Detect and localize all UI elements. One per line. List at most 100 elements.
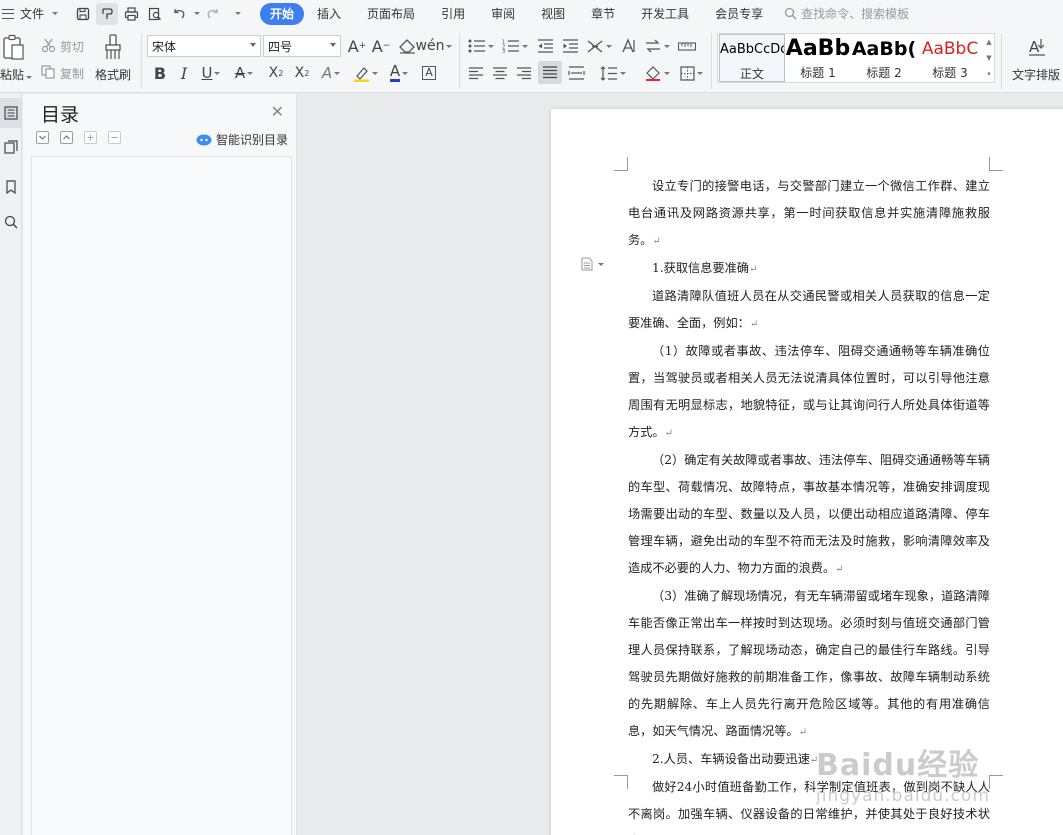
text-direction-icon[interactable] bbox=[618, 36, 638, 56]
add-heading-icon[interactable] bbox=[84, 131, 97, 144]
copy-button[interactable]: 复制 bbox=[60, 65, 84, 82]
tab-0[interactable]: 开始 bbox=[260, 2, 305, 25]
text-layout-button[interactable]: 文字排版 bbox=[1012, 66, 1060, 83]
expand-all-icon[interactable] bbox=[36, 131, 49, 144]
subscript-icon[interactable]: X2 bbox=[291, 63, 313, 83]
paste-button[interactable]: 粘贴 bbox=[0, 66, 33, 83]
paste-icon[interactable] bbox=[0, 33, 26, 63]
chevron-down-icon bbox=[52, 12, 59, 15]
tab-5[interactable]: 视图 bbox=[528, 3, 578, 25]
collapse-all-icon[interactable] bbox=[60, 131, 73, 144]
style-item-0[interactable]: AaBbCcDd 正文 bbox=[719, 34, 785, 82]
line-spacing-icon[interactable] bbox=[597, 63, 629, 83]
smart-toc-button[interactable]: 智能识别目录 bbox=[196, 131, 288, 148]
superscript-icon[interactable]: X2 bbox=[265, 63, 287, 83]
decrease-indent-icon[interactable] bbox=[535, 36, 555, 56]
style-preview: AaBbCcDd bbox=[720, 42, 784, 57]
strikethrough-icon[interactable]: A bbox=[231, 63, 257, 83]
paragraph-sort-icon[interactable] bbox=[643, 36, 671, 56]
style-name: 标题 1 bbox=[800, 66, 836, 80]
remove-heading-icon[interactable] bbox=[108, 131, 121, 144]
print-icon[interactable] bbox=[120, 3, 142, 25]
document-body[interactable]: 设立专门的接警电话，与交警部门建立一个微信工作群、建立电台通讯及网路资源共享，第… bbox=[628, 173, 990, 835]
shrink-font-icon[interactable]: A − bbox=[371, 36, 391, 56]
bullet-list-icon[interactable] bbox=[466, 36, 496, 56]
document-paragraph[interactable]: 道路清障队值班人员在从交通民警或相关人员获取的信息一定要准确、全面，例如：↵ bbox=[628, 283, 990, 338]
align-left-icon[interactable] bbox=[466, 63, 486, 83]
underline-icon[interactable]: U bbox=[198, 63, 224, 83]
redo-icon[interactable] bbox=[202, 3, 224, 25]
chevron-down-icon bbox=[598, 262, 604, 266]
style-name: 标题 3 bbox=[932, 66, 968, 80]
document-area: 设立专门的接警电话，与交警部门建立一个微信工作群、建立电台通讯及网路资源共享，第… bbox=[298, 94, 1063, 835]
justify-icon[interactable] bbox=[538, 61, 562, 84]
toc-list bbox=[31, 156, 292, 835]
font-size-select[interactable]: 四号 bbox=[263, 35, 341, 57]
align-right-icon[interactable] bbox=[514, 63, 534, 83]
font-name-select[interactable]: 宋体 bbox=[147, 35, 261, 57]
undo-dropdown-icon[interactable] bbox=[194, 12, 201, 15]
highlight-icon[interactable] bbox=[351, 63, 379, 83]
style-item-2[interactable]: AaBb(标题 2 bbox=[851, 34, 917, 82]
bookmark-icon[interactable] bbox=[0, 172, 22, 202]
style-item-1[interactable]: AaBb 标题 1 bbox=[785, 34, 851, 82]
paragraph-mark: ↵ bbox=[835, 564, 844, 575]
watermark-brand: Baidu经验 bbox=[816, 748, 980, 783]
tab-6[interactable]: 章节 bbox=[578, 3, 628, 25]
chinese-layout-icon[interactable] bbox=[585, 36, 613, 56]
chapter-nav-icon[interactable] bbox=[0, 132, 22, 162]
save-icon[interactable] bbox=[72, 3, 94, 25]
document-paragraph[interactable]: 1.获取信息要准确↵ bbox=[628, 255, 990, 283]
cut-button[interactable]: 剪切 bbox=[60, 38, 84, 55]
tab-2[interactable]: 页面布局 bbox=[354, 3, 428, 25]
print-preview-icon[interactable] bbox=[144, 3, 166, 25]
tab-3[interactable]: 引用 bbox=[428, 3, 478, 25]
numbered-list-icon[interactable]: 123 bbox=[500, 36, 530, 56]
align-center-icon[interactable] bbox=[490, 63, 510, 83]
command-search-label: 查找命令、搜索模板 bbox=[801, 7, 910, 21]
toc-panel-icon[interactable] bbox=[0, 98, 22, 128]
style-gallery-scroll[interactable]: ▲ ▼ ▾ bbox=[983, 34, 995, 82]
undo-icon[interactable] bbox=[168, 3, 190, 25]
increase-indent-icon[interactable] bbox=[560, 36, 580, 56]
customize-toolbar-icon[interactable] bbox=[226, 3, 248, 25]
tab-4[interactable]: 审阅 bbox=[478, 3, 528, 25]
borders-icon[interactable] bbox=[676, 63, 706, 83]
tab-1[interactable]: 插入 bbox=[304, 3, 354, 25]
scissors-icon bbox=[40, 37, 56, 53]
tab-8[interactable]: 会员专享 bbox=[702, 3, 776, 25]
format-painter-button[interactable]: 格式刷 bbox=[95, 66, 131, 83]
menu-bar: 文件 开始 插入 页面布局 引用 审阅 视图 章节 开发工具 会员专享 查找命令、搜索模板 bbox=[0, 0, 1063, 27]
distributed-align-icon[interactable] bbox=[566, 63, 586, 83]
clear-format-icon[interactable] bbox=[397, 36, 417, 56]
document-paragraph[interactable]: 设立专门的接警电话，与交警部门建立一个微信工作群、建立电台通讯及网路资源共享，第… bbox=[628, 173, 990, 255]
close-icon[interactable]: ✕ bbox=[271, 102, 284, 121]
document-paragraph[interactable]: （3）准确了解现场情况，有无车辆滞留或堵车现象，道路清障车能否像正常出车一样按时… bbox=[628, 583, 990, 746]
document-paragraph[interactable]: （2）确定有关故障或者事故、违法停车、阻碍交通通畅等车辆的车型、荷载情况、故障特… bbox=[628, 447, 990, 583]
text-layout-icon[interactable]: A bbox=[1026, 35, 1048, 59]
document-paragraph[interactable]: （1）故障或者事故、违法停车、阻碍交通通畅等车辆准确位置，当驾驶员或者相关人员无… bbox=[628, 338, 990, 447]
italic-icon[interactable]: I bbox=[175, 63, 193, 83]
chevron-down-icon bbox=[250, 43, 256, 47]
text-effect-icon[interactable]: A bbox=[318, 63, 344, 83]
font-color-icon[interactable]: A bbox=[385, 63, 413, 83]
paragraph-handle-icon[interactable] bbox=[581, 257, 604, 271]
style-item-3[interactable]: AaBbC 标题 3 bbox=[917, 34, 983, 82]
tab-7[interactable]: 开发工具 bbox=[628, 3, 702, 25]
ruler-icon[interactable] bbox=[676, 36, 698, 56]
search-icon[interactable] bbox=[0, 207, 22, 237]
phonetic-guide-icon[interactable]: wén bbox=[416, 36, 453, 56]
document-page[interactable]: 设立专门的接警电话，与交警部门建立一个微信工作群、建立电台通讯及网路资源共享，第… bbox=[551, 109, 1063, 835]
file-menu[interactable]: 文件 bbox=[0, 5, 59, 22]
shading-icon[interactable] bbox=[642, 63, 672, 83]
paragraph-text: 2.人员、车辆设备出动要迅速 bbox=[652, 752, 810, 766]
grow-font-icon[interactable]: A + bbox=[347, 36, 367, 56]
quick-access-toolbar bbox=[72, 2, 248, 25]
format-painter-icon[interactable] bbox=[102, 33, 124, 61]
command-search[interactable]: 查找命令、搜索模板 bbox=[784, 5, 909, 22]
format-painter-quick-icon[interactable] bbox=[96, 2, 119, 25]
bold-icon[interactable]: B bbox=[151, 63, 169, 83]
paragraph-text: 设立专门的接警电话，与交警部门建立一个微信工作群、建立电台通讯及网路资源共享，第… bbox=[628, 179, 990, 247]
paragraph-mark: ↵ bbox=[748, 264, 758, 275]
character-border-icon[interactable]: A bbox=[419, 63, 439, 83]
